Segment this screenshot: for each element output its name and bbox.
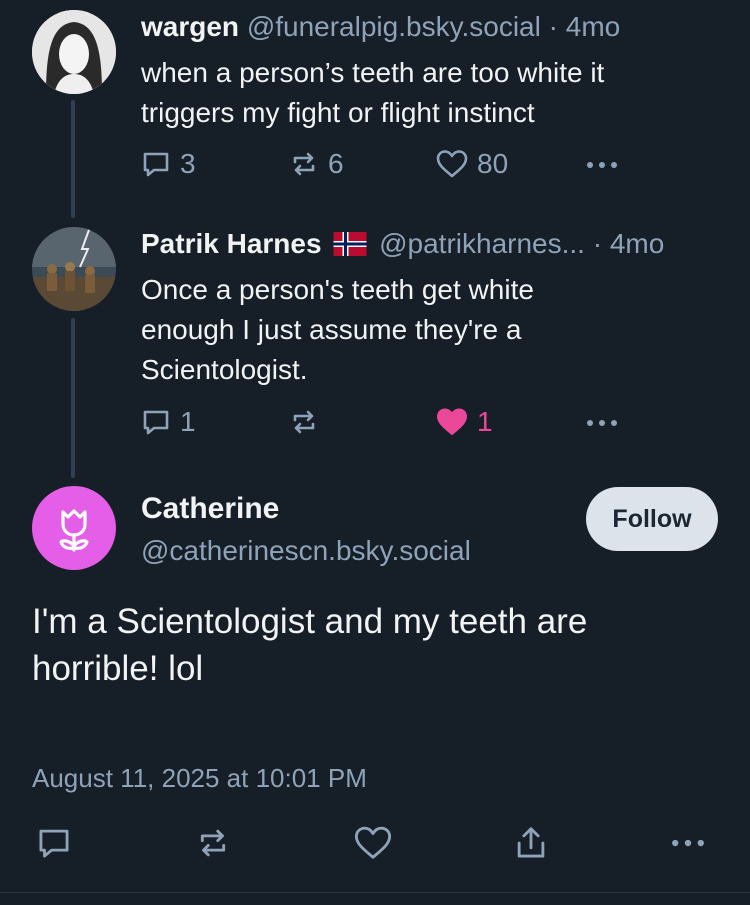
handle[interactable]: @patrikharnes...	[379, 228, 585, 259]
handle[interactable]: @funeralpig.bsky.social	[247, 11, 541, 42]
display-name[interactable]: Patrik Harnes	[141, 228, 322, 259]
heart-filled-icon	[437, 408, 467, 435]
follow-button[interactable]: Follow	[586, 487, 718, 551]
repost-icon	[293, 410, 315, 434]
post-text-line: Once a person's teeth get white	[141, 274, 534, 305]
ellipsis-icon	[587, 420, 617, 426]
more-options-button[interactable]	[584, 148, 620, 180]
reply-icon	[39, 829, 69, 858]
post-age[interactable]: · 4mo	[593, 228, 665, 259]
post-header: Patrik Harnes @patrikharnes... · 4mo	[141, 224, 664, 264]
post-timestamp[interactable]: August 11, 2025 at 10:01 PM	[32, 760, 367, 796]
reply-icon	[143, 152, 169, 177]
repost-icon	[293, 152, 315, 176]
post-text-line: when a person’s teeth are too white it	[141, 57, 605, 88]
thread-connector	[71, 318, 75, 478]
avatar[interactable]	[32, 486, 116, 570]
display-name[interactable]: Catherine	[141, 489, 279, 529]
main-post-text: I'm a Scientologist and my teeth are hor…	[32, 598, 587, 692]
thread-connector	[71, 100, 75, 218]
repost-button[interactable]	[288, 406, 328, 438]
repost-button[interactable]: 6	[288, 148, 344, 180]
more-options-button[interactable]	[668, 826, 708, 860]
norway-flag-icon	[333, 232, 367, 256]
like-button[interactable]: 1	[435, 406, 493, 438]
reply-icon	[143, 410, 169, 435]
like-button[interactable]: 80	[435, 148, 508, 180]
post-text-line: Scientologist.	[141, 354, 308, 385]
post-age[interactable]: · 4mo	[549, 11, 621, 42]
more-options-button[interactable]	[584, 406, 620, 438]
post-text: Once a person's teeth get white enough I…	[141, 270, 534, 390]
reply-button[interactable]: 1	[140, 406, 196, 438]
avatar[interactable]	[32, 10, 116, 94]
ellipsis-icon	[587, 162, 617, 168]
ellipsis-icon	[672, 839, 704, 847]
tulip-icon	[59, 509, 89, 552]
handle[interactable]: @catherinescn.bsky.social	[141, 531, 471, 571]
display-name[interactable]: wargen	[141, 11, 239, 42]
reply-button[interactable]: 3	[140, 148, 196, 180]
reply-count: 3	[180, 148, 196, 179]
reply-button[interactable]	[34, 824, 74, 862]
like-count: 80	[477, 148, 509, 179]
reply-count: 1	[180, 406, 196, 437]
heart-icon	[436, 150, 468, 178]
heart-icon	[354, 826, 392, 859]
post-text-line: I'm a Scientologist and my teeth are	[32, 602, 588, 641]
avatar[interactable]	[32, 227, 116, 311]
share-button[interactable]	[511, 824, 551, 862]
repost-icon	[200, 829, 226, 857]
post-text-line: triggers my fight or flight instinct	[141, 97, 535, 128]
like-count: 1	[477, 406, 493, 437]
repost-count: 6	[328, 148, 344, 179]
post-text-line: enough I just assume they're a	[141, 314, 522, 345]
divider	[0, 892, 750, 893]
like-button[interactable]	[352, 824, 394, 862]
post-text-line: horrible! lol	[32, 649, 204, 688]
post-text: when a person’s teeth are too white it t…	[141, 53, 604, 133]
share-icon	[517, 827, 545, 858]
repost-button[interactable]	[193, 824, 233, 862]
post-header: wargen @funeralpig.bsky.social · 4mo	[141, 7, 620, 47]
